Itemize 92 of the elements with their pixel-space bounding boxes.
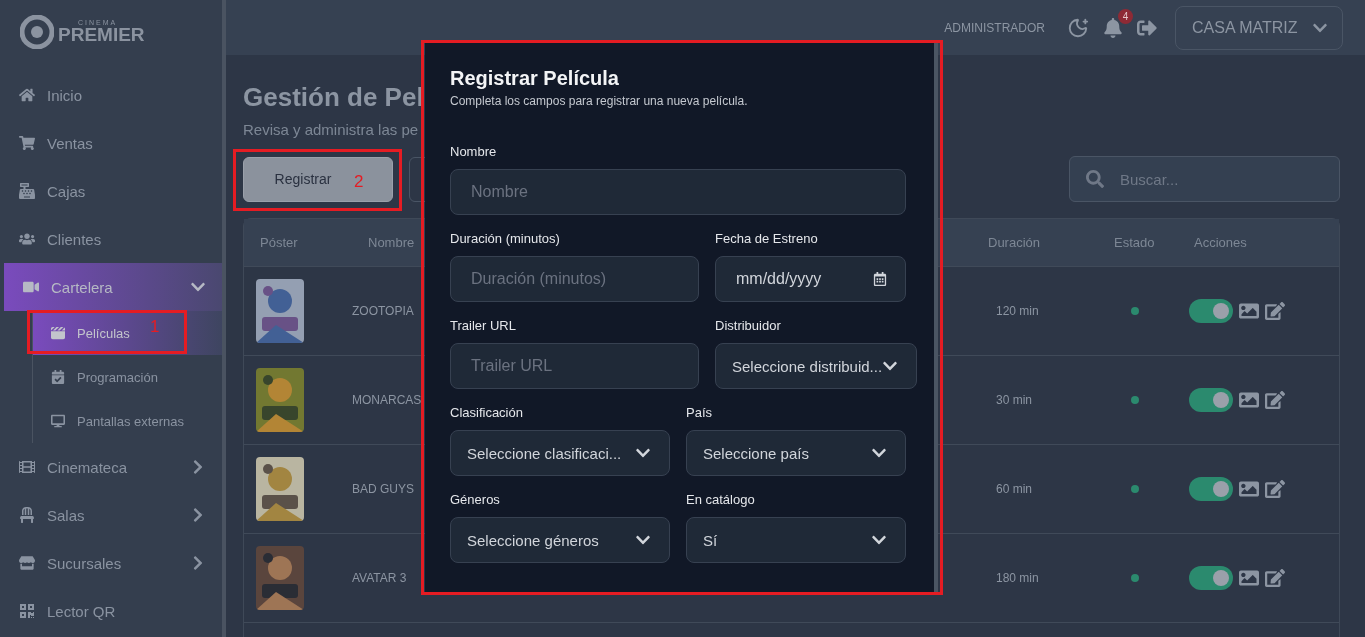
users-icon xyxy=(19,231,35,247)
edit-button[interactable] xyxy=(1265,301,1285,321)
column-header: Duración xyxy=(988,235,1041,250)
film-icon xyxy=(19,459,35,475)
calendar-icon xyxy=(873,272,887,286)
select-field[interactable]: Seleccione país xyxy=(686,430,906,476)
toggle-switch[interactable] xyxy=(1189,388,1233,412)
store-icon xyxy=(19,555,35,571)
table-cell: BAD GUYS xyxy=(352,482,414,496)
moon-icon xyxy=(1067,16,1089,39)
sidebar-item[interactable]: Cinemateca xyxy=(0,443,222,491)
column-header: Nombre xyxy=(368,235,415,250)
image-icon xyxy=(1239,568,1259,588)
table-cell: MONARCAS xyxy=(352,393,422,407)
input-field[interactable]: Duración (minutos) xyxy=(450,256,699,302)
select-field[interactable]: Seleccione distribuid... xyxy=(715,343,918,389)
home-icon xyxy=(19,87,35,103)
dialog-title: Registrar Película xyxy=(450,67,620,90)
sidebar-subitem[interactable]: Programación xyxy=(33,355,222,399)
edit-button[interactable] xyxy=(1265,390,1285,410)
image-button[interactable] xyxy=(1239,568,1259,588)
chair-icon xyxy=(19,507,35,523)
input-field[interactable]: Nombre xyxy=(450,169,906,215)
sidebar-item[interactable]: Lector QR xyxy=(0,587,222,635)
date-field[interactable]: mm/dd/yyyy xyxy=(715,256,906,302)
edit-button[interactable] xyxy=(1265,568,1285,588)
edit-button[interactable] xyxy=(1265,479,1285,499)
video-camera-icon xyxy=(23,279,39,295)
column-header: Estado xyxy=(1114,235,1155,250)
branch-select[interactable]: CASA MATRIZ xyxy=(1175,5,1343,50)
column-header: Póster xyxy=(260,235,298,250)
search-icon xyxy=(1086,170,1104,188)
monitor-icon xyxy=(51,414,65,428)
field-label: Duración (minutos) xyxy=(450,231,561,246)
sidebar-subitem[interactable]: Pantallas externas xyxy=(33,399,222,443)
annotation-number: 2 xyxy=(354,172,364,192)
table-cell: 30 min xyxy=(996,393,1033,407)
page-subtitle: Revisa y administra las pe xyxy=(243,121,419,138)
notification-badge: 4 xyxy=(1118,8,1133,24)
sidebar-item[interactable]: Salas xyxy=(0,491,222,539)
field-label: Distribuidor xyxy=(715,318,782,333)
sidebar-item[interactable]: Cajas xyxy=(0,167,222,215)
qr-code-icon xyxy=(19,603,35,619)
field-label: Clasificación xyxy=(450,405,524,420)
sidebar-item[interactable]: Cartelera xyxy=(4,263,222,311)
logo-text: PREMIER xyxy=(58,26,145,44)
sidebar-item[interactable]: Ventas xyxy=(0,119,222,167)
image-icon xyxy=(1239,390,1259,410)
calendar-icon xyxy=(51,370,65,384)
toggle-switch[interactable] xyxy=(1189,299,1233,323)
table-cell: 60 min xyxy=(996,482,1033,496)
image-button[interactable] xyxy=(1239,479,1259,499)
edit-icon xyxy=(1265,301,1285,321)
bell-icon xyxy=(1103,17,1123,38)
theme-button[interactable] xyxy=(1067,16,1089,39)
sidebar-item[interactable]: Inicio xyxy=(0,71,222,119)
table-cell: 120 min xyxy=(996,304,1039,318)
field-label: País xyxy=(686,405,713,420)
edit-icon xyxy=(1265,479,1285,499)
column-header: Acciones xyxy=(1194,235,1247,250)
table-cell: AVATAR 3 xyxy=(352,571,407,585)
toggle-switch[interactable] xyxy=(1189,566,1233,590)
input-field[interactable]: Trailer URL xyxy=(450,343,699,389)
toggle-switch[interactable] xyxy=(1189,477,1233,501)
image-button[interactable] xyxy=(1239,390,1259,410)
sidebar-item[interactable]: Clientes xyxy=(0,215,222,263)
field-label: Trailer URL xyxy=(450,318,517,333)
notifications-button[interactable] xyxy=(1103,17,1123,38)
edit-icon xyxy=(1265,390,1285,410)
field-label: Nombre xyxy=(450,144,498,159)
image-icon xyxy=(1239,479,1259,499)
field-label: Géneros xyxy=(450,492,501,507)
cart-icon xyxy=(19,135,35,151)
table-cell: ZOOTOPIA xyxy=(352,304,414,318)
edit-icon xyxy=(1265,568,1285,588)
select-field[interactable]: Seleccione clasificaci... xyxy=(450,430,670,476)
annotation-number: 1 xyxy=(150,317,160,337)
dialog-subtitle: Completa los campos para registrar una nueva película. xyxy=(450,94,749,108)
select-field[interactable]: Seleccione géneros xyxy=(450,517,670,563)
image-icon xyxy=(1239,301,1259,321)
search-field[interactable]: Buscar... xyxy=(1069,156,1340,202)
sidebar-item[interactable]: Sucursales xyxy=(0,539,222,587)
image-button[interactable] xyxy=(1239,301,1259,321)
logo-icon xyxy=(20,14,54,49)
field-label: Fecha de Estreno xyxy=(715,231,819,246)
cash-register-icon xyxy=(19,183,35,199)
search-input[interactable]: Buscar... xyxy=(1118,169,1318,189)
table-cell: 180 min xyxy=(996,571,1039,585)
clapperboard-icon xyxy=(51,326,65,340)
user-role: ADMINISTRADOR xyxy=(944,20,1045,35)
field-label: En catálogo xyxy=(686,492,756,507)
select-field[interactable]: Sí xyxy=(686,517,906,563)
